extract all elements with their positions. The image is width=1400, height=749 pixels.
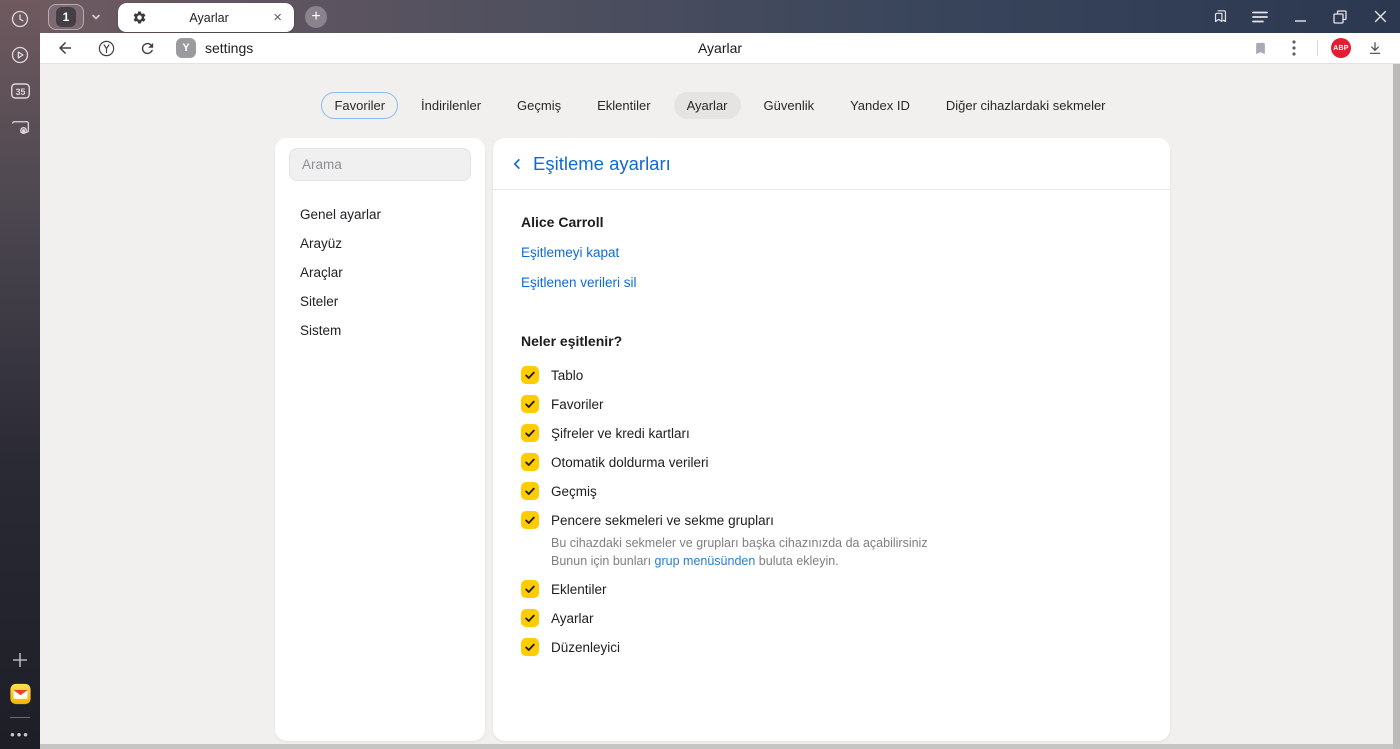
tab-diger-cihazlar[interactable]: Diğer cihazlardaki sekmeler <box>933 92 1119 119</box>
tab-guvenlik[interactable]: Güvenlik <box>751 92 828 119</box>
checkbox-checked-icon[interactable] <box>521 395 539 413</box>
sidebar-item-siteler[interactable]: Siteler <box>275 287 485 316</box>
sync-panel-title[interactable]: Eşitleme ayarları <box>533 153 671 175</box>
active-tab[interactable]: Ayarlar × <box>118 3 294 32</box>
sync-item-gecmis[interactable]: Geçmiş <box>521 481 1142 501</box>
tab-close-icon[interactable]: × <box>271 10 284 25</box>
tab-indirilenler[interactable]: İndirilenler <box>408 92 494 119</box>
settings-menu: Genel ayarlar Arayüz Araçlar Siteler Sis… <box>275 200 485 345</box>
sync-item-otomatik-doldurma[interactable]: Otomatik doldurma verileri <box>521 452 1142 472</box>
tab-yandex-id[interactable]: Yandex ID <box>837 92 923 119</box>
toolbar-kebab-icon[interactable] <box>1279 35 1309 61</box>
menu-hamburger-icon[interactable] <box>1240 0 1280 33</box>
screen-capture-icon[interactable] <box>10 116 31 137</box>
tab-favoriler[interactable]: Favoriler <box>321 92 399 119</box>
window-minimize-button[interactable] <box>1280 0 1320 33</box>
url-text[interactable]: settings <box>205 40 253 56</box>
back-button[interactable] <box>54 37 76 59</box>
adblock-extension-button[interactable]: ABP <box>1326 35 1356 61</box>
play-media-icon[interactable] <box>10 44 31 65</box>
site-favicon-badge: Y <box>176 38 196 58</box>
downloads-button[interactable] <box>1360 35 1390 61</box>
window-restore-button[interactable] <box>1320 0 1360 33</box>
toolbar-divider <box>1317 40 1318 56</box>
sync-settings-panel: Eşitleme ayarları Alice Carroll Eşitleme… <box>493 138 1170 741</box>
search-input[interactable] <box>289 148 471 181</box>
history-clock-icon[interactable] <box>10 8 31 29</box>
sync-items-heading: Neler eşitlenir? <box>521 333 623 349</box>
checkbox-checked-icon[interactable] <box>521 453 539 471</box>
sync-item-pencere-sekmeleri[interactable]: Pencere sekmeleri ve sekme grupları <box>521 510 1142 530</box>
sidebar-item-arayuz[interactable]: Arayüz <box>275 229 485 258</box>
sync-item-tablo[interactable]: Tablo <box>521 365 1142 385</box>
window-titlebar: 1 Ayarlar × + <box>40 0 1400 33</box>
yandex-search-button[interactable] <box>95 37 117 59</box>
vertical-scrollbar[interactable] <box>1393 64 1400 749</box>
tabs-panel-icon[interactable] <box>1200 0 1240 33</box>
tab-group-count: 1 <box>56 6 76 27</box>
tab-gecmis[interactable]: Geçmiş <box>504 92 574 119</box>
back-chevron-icon[interactable] <box>508 155 526 173</box>
sync-item-ayarlar[interactable]: Ayarlar <box>521 608 1142 628</box>
bottom-scrollbar-strip[interactable] <box>40 744 1393 749</box>
checkbox-checked-icon[interactable] <box>521 638 539 656</box>
disable-sync-link[interactable]: Eşitlemeyi kapat <box>521 245 619 260</box>
delete-synced-data-link[interactable]: Eşitlenen verileri sil <box>521 275 637 290</box>
sidebar-item-sistem[interactable]: Sistem <box>275 316 485 345</box>
abp-badge: ABP <box>1331 38 1351 58</box>
checkbox-checked-icon[interactable] <box>521 580 539 598</box>
settings-top-nav: Favoriler İndirilenler Geçmiş Eklentiler… <box>40 92 1400 119</box>
checkbox-checked-icon[interactable] <box>521 366 539 384</box>
bookmark-flag-icon[interactable] <box>1245 35 1275 61</box>
checkbox-checked-icon[interactable] <box>521 511 539 529</box>
checkbox-checked-icon[interactable] <box>521 609 539 627</box>
new-tab-button[interactable]: + <box>305 5 327 28</box>
rail-divider <box>10 717 30 718</box>
yandex-mail-icon[interactable] <box>9 683 31 704</box>
tab-group-chevron-down-icon[interactable] <box>90 11 102 23</box>
sidebar-item-araclar[interactable]: Araçlar <box>275 258 485 287</box>
tab-title: Ayarlar <box>189 10 229 25</box>
rail-more-icon[interactable]: ••• <box>10 728 30 741</box>
settings-gear-icon <box>131 10 147 26</box>
tab-counter-badge[interactable]: 35 <box>10 80 31 101</box>
settings-page: Favoriler İndirilenler Geçmiş Eklentiler… <box>40 64 1400 749</box>
tab-ayarlar[interactable]: Ayarlar <box>673 92 741 119</box>
checkbox-checked-icon[interactable] <box>521 482 539 500</box>
group-menu-link[interactable]: grup menüsünden <box>655 554 756 568</box>
settings-sidebar-panel: Genel ayarlar Arayüz Araçlar Siteler Sis… <box>275 138 485 741</box>
sync-item-description: Bu cihazdaki sekmeler ve grupları başka … <box>551 536 928 568</box>
checkbox-checked-icon[interactable] <box>521 424 539 442</box>
address-toolbar: Y settings Ayarlar ABP <box>40 33 1400 64</box>
browser-side-rail: 35 ••• <box>0 0 40 749</box>
tab-group-counter[interactable]: 1 <box>48 3 84 30</box>
sync-item-duzenleyici[interactable]: Düzenleyici <box>521 637 1142 657</box>
refresh-button[interactable] <box>136 37 158 59</box>
sync-panel-header: Eşitleme ayarları <box>493 138 1170 190</box>
tab-eklentiler[interactable]: Eklentiler <box>584 92 663 119</box>
tab-counter-value: 35 <box>15 86 25 96</box>
sync-item-eklentiler[interactable]: Eklentiler <box>521 579 1142 599</box>
window-close-button[interactable] <box>1360 0 1400 33</box>
add-panel-icon[interactable] <box>10 649 31 670</box>
account-name: Alice Carroll <box>521 214 604 230</box>
sync-item-sifreler[interactable]: Şifreler ve kredi kartları <box>521 423 1142 443</box>
sync-item-favoriler[interactable]: Favoriler <box>521 394 1142 414</box>
sidebar-item-genel-ayarlar[interactable]: Genel ayarlar <box>275 200 485 229</box>
